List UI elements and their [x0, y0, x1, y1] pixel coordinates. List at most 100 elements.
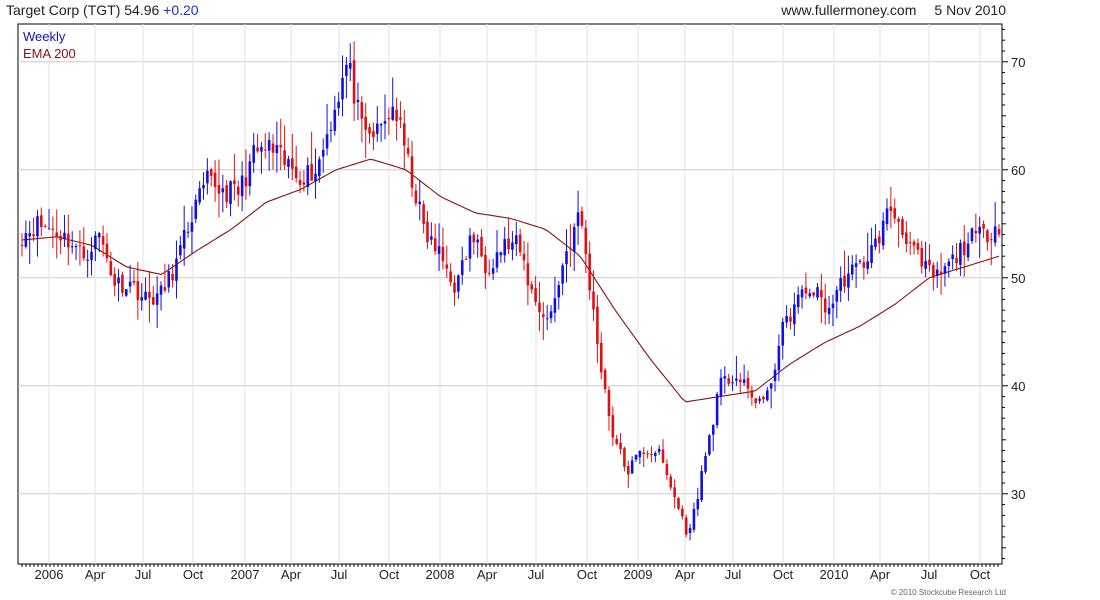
candle-body	[495, 252, 499, 268]
candle-body	[464, 258, 468, 260]
candle-body	[889, 206, 893, 212]
candle-body	[256, 147, 259, 152]
candle-body	[43, 226, 47, 228]
candle-body	[611, 415, 615, 438]
candle-body	[561, 265, 564, 284]
candle-body	[847, 273, 850, 288]
candle-body	[997, 228, 1001, 235]
candle-body	[654, 453, 657, 457]
candle-body	[433, 238, 437, 252]
candle-body	[962, 241, 966, 256]
candle-body	[209, 169, 213, 176]
candle-body	[947, 261, 951, 267]
candle-body	[572, 227, 576, 252]
candle-body	[20, 245, 24, 247]
candle-body	[542, 314, 545, 317]
candle-body	[144, 291, 147, 300]
y-tick-label: 50	[1011, 271, 1025, 286]
candle-body	[982, 223, 985, 229]
candle-body	[310, 164, 313, 181]
candle-body	[275, 145, 279, 154]
candle-body	[345, 64, 348, 76]
candle-body	[368, 127, 371, 134]
candle-body	[194, 199, 198, 219]
candle-body	[708, 435, 711, 455]
candle-body	[352, 60, 356, 104]
candle-body	[796, 294, 800, 308]
candle-body	[514, 235, 518, 245]
y-tick-label: 60	[1011, 163, 1025, 178]
candle-body	[773, 369, 777, 382]
x-tick-label: 2010	[820, 567, 849, 582]
candle-body	[549, 311, 553, 319]
candle-body	[437, 246, 441, 254]
candle-body	[916, 242, 920, 250]
candle-body	[136, 281, 140, 301]
candle-body	[677, 498, 680, 509]
candle-body	[831, 303, 835, 309]
candle-body	[252, 145, 255, 163]
candle-body	[24, 233, 28, 247]
candle-body	[928, 259, 931, 266]
candle-body	[217, 185, 221, 194]
candle-body	[403, 123, 406, 146]
candle-body	[395, 109, 398, 122]
candle-body	[198, 188, 201, 203]
candle-body	[877, 236, 881, 244]
candle-body	[422, 204, 425, 224]
candle-body	[943, 266, 947, 274]
candle-body	[530, 284, 534, 290]
x-tick-label: 2007	[231, 567, 260, 582]
candle-body	[854, 263, 858, 267]
candle-body	[283, 150, 286, 166]
candle-body	[271, 143, 275, 153]
candle-body	[59, 235, 62, 241]
candle-body	[267, 140, 271, 151]
candle-body	[155, 293, 159, 305]
x-tick-label: Oct	[379, 567, 400, 582]
candle-body	[132, 280, 136, 283]
candle-body	[989, 239, 993, 241]
candle-body	[781, 321, 785, 346]
candle-body	[719, 377, 723, 397]
candle-body	[28, 233, 32, 237]
x-tick-label: Apr	[281, 567, 302, 582]
candle-body	[67, 233, 70, 248]
candle-body	[70, 246, 74, 248]
candle-body	[939, 271, 943, 275]
candle-body	[827, 307, 831, 315]
candle-body	[221, 188, 225, 193]
candle-body	[642, 452, 646, 455]
candle-body	[858, 260, 862, 262]
candle-body	[688, 528, 692, 533]
candle-body	[179, 245, 182, 256]
candle-body	[457, 275, 460, 292]
candle-body	[750, 390, 754, 398]
candle-body	[823, 298, 827, 313]
x-tick-label: Jul	[725, 567, 742, 582]
candle-body	[291, 158, 294, 169]
candle-body	[619, 442, 622, 450]
candle-body	[487, 272, 491, 274]
candle-body	[974, 230, 978, 234]
candle-body	[522, 253, 526, 261]
candle-body	[472, 234, 476, 243]
candle-body	[175, 258, 178, 281]
candle-body	[576, 212, 580, 226]
y-tick-label: 30	[1011, 487, 1025, 502]
candle-body	[715, 394, 719, 426]
candle-body	[484, 254, 487, 274]
candle-body	[47, 228, 51, 230]
candle-body	[951, 254, 954, 259]
candle-body	[240, 175, 244, 197]
candle-body	[630, 460, 634, 474]
candle-body	[82, 246, 86, 259]
candle-body	[955, 257, 958, 264]
candle-body	[584, 227, 588, 255]
candle-body	[870, 245, 873, 264]
y-tick-label: 70	[1011, 55, 1025, 70]
candle-body	[399, 117, 402, 120]
candle-body	[650, 453, 653, 455]
candle-body	[885, 208, 889, 225]
candle-body	[171, 273, 174, 281]
